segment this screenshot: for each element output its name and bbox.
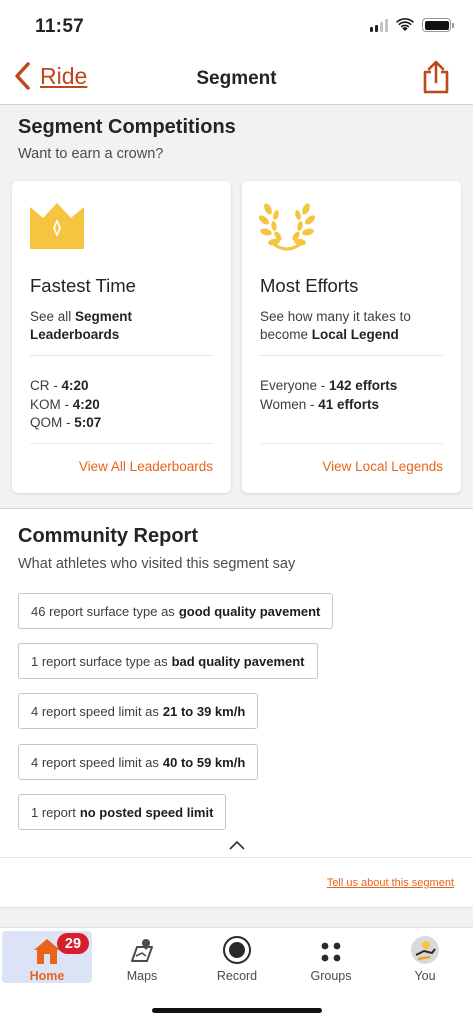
cellular-signal-icon (370, 18, 388, 32)
community-report-subtitle: What athletes who visited this segment s… (18, 556, 296, 572)
groups-icon (317, 933, 345, 965)
segment-competitions-section: Segment Competitions Want to earn a crow… (0, 105, 473, 509)
stat-everyone: Everyone - 142 efforts (260, 378, 398, 393)
nav-bar: Ride Segment (0, 55, 473, 105)
fastest-time-card[interactable]: Fastest Time See all Segment Leaderboard… (12, 181, 231, 493)
share-button[interactable] (421, 59, 451, 100)
view-local-legends-link[interactable]: View Local Legends (322, 459, 443, 474)
chevron-up-icon (229, 840, 245, 850)
laurel-wreath-icon (258, 201, 316, 258)
most-efforts-description: See how many it takes to become Local Le… (260, 309, 411, 342)
report-chip[interactable]: 1 report no posted speed limit (18, 794, 227, 830)
tab-groups[interactable]: Groups (286, 931, 376, 983)
collapse-button[interactable] (229, 837, 245, 855)
fastest-time-stats: CR - 4:20 KOM - 4:20 QOM - 5:07 (30, 377, 101, 433)
tab-you[interactable]: You (380, 931, 470, 983)
most-efforts-title: Most Efforts (260, 275, 359, 296)
stat-women: Women - 41 efforts (260, 396, 380, 412)
tab-label: You (414, 969, 436, 983)
report-chip[interactable]: 1 report surface type as bad quality pave… (18, 643, 318, 679)
fastest-time-description: See all Segment Leaderboards (30, 309, 133, 342)
tab-label: Maps (126, 969, 158, 983)
divider (0, 857, 473, 858)
tab-label: Record (216, 969, 258, 983)
most-efforts-stats: Everyone - 142 efforts Women - 41 effort… (260, 377, 397, 414)
page-title: Segment (196, 68, 277, 89)
stat-kom: KOM - 4:20 (30, 396, 100, 412)
status-icons (370, 18, 454, 32)
wifi-icon (396, 18, 414, 31)
tab-record[interactable]: Record (192, 931, 282, 983)
avatar-icon (410, 933, 440, 965)
status-bar: 11:57 (0, 0, 473, 55)
divider (30, 355, 213, 356)
crown-icon (28, 201, 86, 258)
notification-badge: 29 (57, 933, 89, 954)
map-icon (128, 933, 156, 965)
divider (30, 443, 213, 444)
most-efforts-card[interactable]: Most Efforts See how many it takes to be… (242, 181, 461, 493)
competitions-title: Segment Competitions (18, 116, 236, 138)
battery-icon (422, 18, 454, 32)
home-indicator (152, 1008, 322, 1013)
divider (260, 443, 443, 444)
share-icon (423, 60, 449, 94)
tab-home[interactable]: 29 Home (2, 931, 92, 983)
tab-maps[interactable]: Maps (97, 931, 187, 983)
view-all-leaderboards-link[interactable]: View All Leaderboards (79, 459, 213, 474)
section-spacer (0, 907, 473, 927)
tell-us-about-segment-link[interactable]: Tell us about this segment (327, 877, 454, 889)
divider (260, 355, 443, 356)
fastest-time-title: Fastest Time (30, 275, 136, 296)
status-time: 11:57 (35, 16, 85, 37)
report-chip[interactable]: 46 report surface type as good quality pa… (18, 593, 334, 629)
tab-label: Home (29, 969, 65, 983)
stat-qom: QOM - 5:07 (30, 415, 102, 430)
stat-cr: CR - 4:20 (30, 378, 89, 393)
community-report-title: Community Report (18, 525, 198, 547)
report-chip[interactable]: 4 report speed limit as 40 to 59 km/h (18, 744, 259, 780)
tab-label: Groups (310, 969, 352, 983)
record-icon (222, 933, 252, 965)
competitions-subtitle: Want to earn a crown? (18, 146, 164, 162)
report-chip[interactable]: 4 report speed limit as 21 to 39 km/h (18, 693, 259, 729)
